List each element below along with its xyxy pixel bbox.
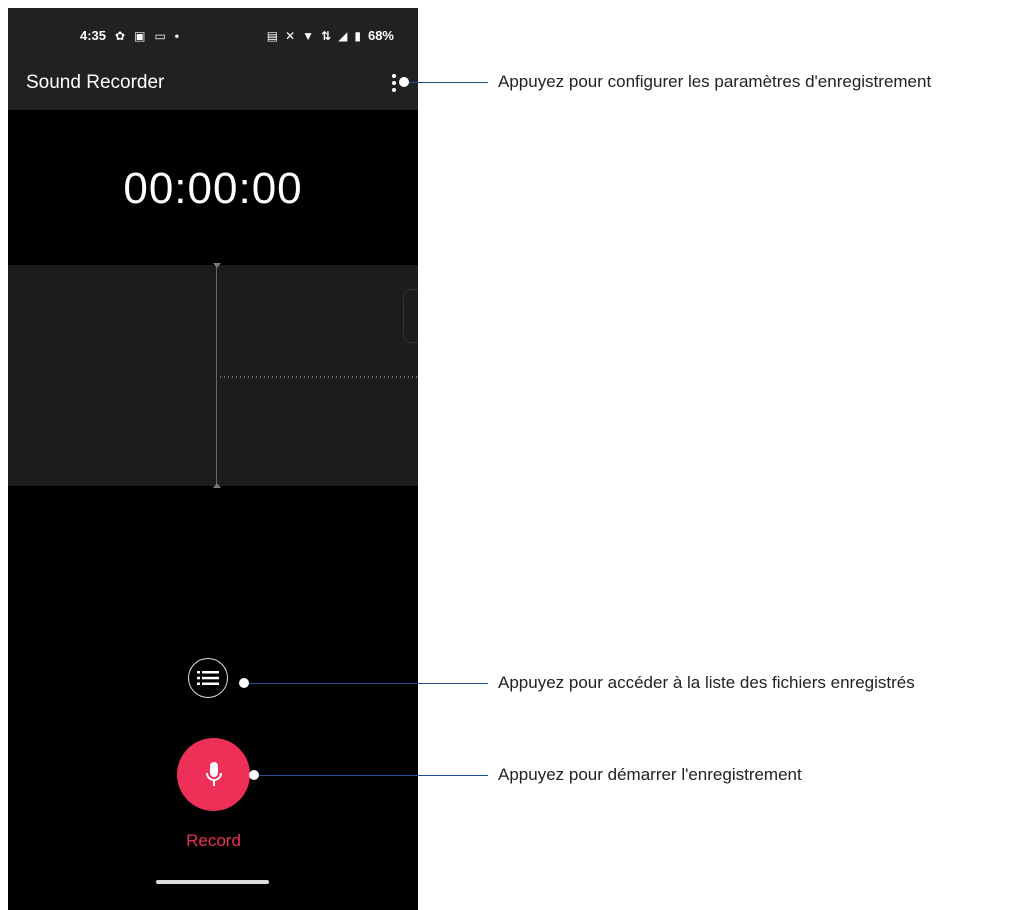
record-button[interactable]: [177, 738, 250, 811]
callout-line-list: [249, 683, 488, 684]
callout-line-settings: [409, 82, 488, 83]
callout-record: Appuyez pour démarrer l'enregistrement: [498, 765, 802, 784]
timeline-ticks: [220, 376, 418, 378]
list-icon: [197, 671, 219, 685]
callout-dot-record: [249, 770, 259, 780]
timer-display: 00:00:00: [123, 164, 303, 213]
callout-settings: Appuyez pour configurer les paramètres d…: [498, 72, 932, 91]
status-right: ▤ ✕ ▼ ⇅ ◢ ▮ 68%: [267, 28, 394, 43]
nfc-icon: ▤: [266, 28, 279, 43]
status-time: 4:35: [80, 28, 107, 43]
mute-icon: ✕: [285, 28, 296, 43]
bookmark-marker: [403, 289, 418, 343]
callout-list: Appuyez pour accéder à la liste des fich…: [498, 673, 915, 692]
settings-icon: ✿: [115, 28, 126, 43]
battery-icon: ▮: [354, 28, 361, 43]
playhead-top-marker: [213, 263, 221, 268]
microphone-icon: [205, 761, 222, 786]
app-bar: Sound Recorder: [8, 66, 418, 110]
record-label: Record: [186, 831, 241, 850]
dot-icon: •: [174, 28, 179, 43]
screen-record-icon: ▣: [134, 28, 146, 43]
status-bar: 4:35 ✿ ▣ ▭ • ▤ ✕ ▼ ⇅ ◢ ▮ 68%: [8, 8, 418, 66]
playhead: [216, 265, 217, 486]
waveform-area[interactable]: [8, 263, 418, 488]
home-indicator[interactable]: [156, 880, 269, 884]
callout-line-record: [259, 775, 488, 776]
lte-icon: ⇅: [321, 28, 332, 43]
callout-dot-settings: [399, 77, 409, 87]
callout-dot-list: [239, 678, 249, 688]
playhead-bottom-marker: [213, 483, 221, 488]
recordings-list-button[interactable]: [188, 658, 228, 698]
gallery-icon: ▭: [154, 28, 166, 43]
status-left: 4:35 ✿ ▣ ▭ •: [80, 28, 179, 43]
app-title: Sound Recorder: [26, 72, 165, 93]
wifi-icon: ▼: [302, 28, 315, 43]
battery-percent: 68%: [367, 28, 394, 43]
signal-icon: ◢: [338, 28, 348, 43]
